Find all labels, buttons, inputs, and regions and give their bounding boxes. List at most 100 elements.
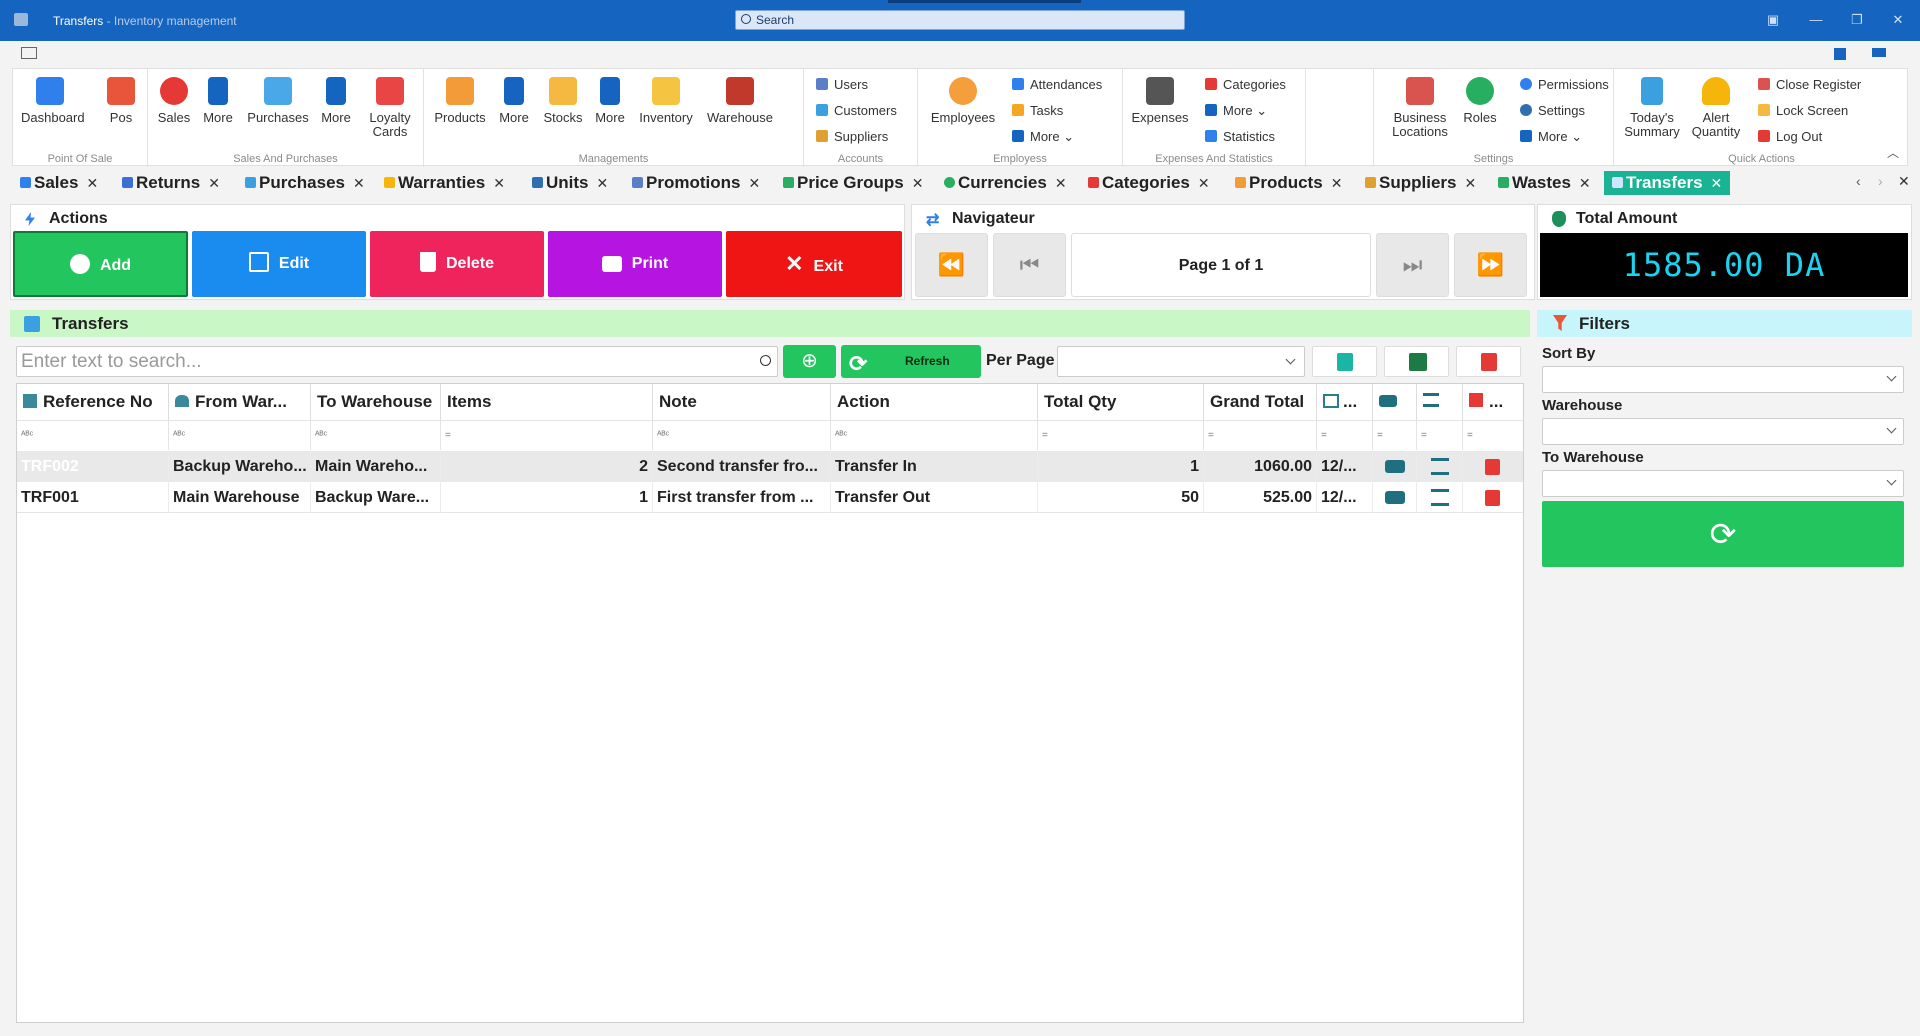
filter-cell[interactable]: ᴬᴮᶜ [831,420,1038,450]
more-purchases-button[interactable]: More [316,77,356,125]
tab-close-icon[interactable]: ✕ [1055,175,1067,191]
col-delete[interactable]: ... [1463,384,1523,420]
filter-cell[interactable]: = [1038,420,1204,450]
export-csv-button[interactable] [1312,346,1377,377]
filter-cell[interactable]: = [1373,420,1417,450]
add-row-button[interactable]: ⊕ [783,345,836,378]
filter-cell[interactable]: ᴬᴮᶜ [311,420,441,450]
tab-close-icon[interactable]: ✕ [1464,175,1476,191]
more-stocks-button[interactable]: More [590,77,630,125]
add-button[interactable]: Add [13,231,188,297]
suppliers-button[interactable]: Suppliers [816,129,888,144]
export-excel-button[interactable] [1384,346,1449,377]
customers-button[interactable]: Customers [816,103,897,118]
employees-button[interactable]: Employees [926,77,1000,125]
col-reference-no[interactable]: Reference No [17,384,169,420]
apply-filters-button[interactable]: ⟳ [1542,501,1904,567]
more-employees-button[interactable]: More ⌄ [1012,129,1074,145]
more-products-button[interactable]: More [494,77,534,125]
per-page-select[interactable] [1057,346,1305,377]
tab-close-icon[interactable]: ✕ [748,175,760,191]
tasks-button[interactable]: Tasks [1012,103,1063,118]
filter-cell[interactable]: = [1463,420,1523,450]
refresh-button[interactable]: ⟳ Refresh [841,345,981,378]
tabs-scroll-left-icon[interactable]: ‹ [1856,173,1861,189]
tab-units[interactable]: Units ✕ [532,171,608,195]
row-edit-button[interactable] [1417,482,1463,513]
minimize-icon[interactable]: — [1806,12,1826,27]
sort-by-select[interactable] [1542,366,1904,393]
inventory-button[interactable]: Inventory [634,77,698,125]
filter-cell[interactable]: ᴬᴮᶜ [17,420,169,450]
filter-cell[interactable]: = [1204,420,1317,450]
tab-close-icon[interactable]: ✕ [1579,175,1591,191]
menu-icon[interactable] [21,47,37,59]
tab-close-icon[interactable]: ✕ [353,175,365,191]
expenses-button[interactable]: Expenses [1129,77,1191,125]
tab-suppliers[interactable]: Suppliers ✕ [1365,171,1476,195]
sales-button[interactable]: Sales [154,77,194,125]
col-date[interactable]: ... [1317,384,1373,420]
filter-cell[interactable]: = [441,420,653,450]
purchases-button[interactable]: Purchases [243,77,313,125]
col-total-qty[interactable]: Total Qty [1038,384,1204,420]
business-locations-button[interactable]: Business Locations [1384,77,1456,139]
tab-close-icon[interactable]: ✕ [1711,175,1723,191]
row-delete-button[interactable] [1463,482,1523,513]
table-row[interactable]: TRF001 Main Warehouse Backup Ware... 1 F… [17,482,1523,513]
col-to-warehouse[interactable]: To Warehouse [311,384,441,420]
statistics-button[interactable]: Statistics [1205,129,1275,144]
tab-warranties[interactable]: Warranties ✕ [384,171,505,195]
print-button[interactable]: Print [548,231,722,297]
categories-button[interactable]: Categories [1205,77,1286,92]
tab-currencies[interactable]: Currencies ✕ [944,171,1067,195]
to-warehouse-select[interactable] [1542,470,1904,497]
log-out-button[interactable]: Log Out [1758,129,1822,144]
exit-button[interactable]: ✕ Exit [726,231,902,297]
tab-close-icon[interactable]: ✕ [912,175,924,191]
col-grand-total[interactable]: Grand Total [1204,384,1317,420]
tab-price-groups[interactable]: Price Groups ✕ [783,171,924,195]
row-delete-button[interactable] [1463,451,1523,482]
col-items[interactable]: Items [441,384,653,420]
attendances-button[interactable]: Attendances [1012,77,1102,92]
close-register-button[interactable]: Close Register [1758,77,1861,92]
stocks-button[interactable]: Stocks [540,77,586,125]
products-button[interactable]: Products [430,77,490,125]
close-icon[interactable]: ✕ [1888,12,1908,28]
edit-button[interactable]: Edit [192,231,366,297]
users-button[interactable]: Users [816,77,868,92]
tabs-scroll-right-icon[interactable]: › [1878,173,1883,189]
tab-close-icon[interactable]: ✕ [493,175,505,191]
tab-sales[interactable]: Sales ✕ [20,171,98,195]
tab-close-icon[interactable]: ✕ [597,175,609,191]
lock-screen-button[interactable]: Lock Screen [1758,103,1848,118]
col-action[interactable]: Action [831,384,1038,420]
permissions-button[interactable]: Permissions [1520,77,1609,92]
col-print[interactable] [1373,384,1417,420]
export-pdf-button[interactable] [1456,346,1521,377]
nav-first-button[interactable]: ⏪ [915,233,988,297]
row-edit-button[interactable] [1417,451,1463,482]
tab-close-icon[interactable]: ✕ [86,175,98,191]
row-print-button[interactable] [1373,451,1417,482]
tab-close-icon[interactable]: ✕ [1198,175,1210,191]
loyalty-cards-button[interactable]: Loyalty Cards [364,77,416,139]
tab-products[interactable]: Products ✕ [1235,171,1342,195]
pos-button[interactable]: Pos [101,77,141,125]
more-settings-button[interactable]: More ⌄ [1520,129,1582,145]
tabs-close-all-icon[interactable]: ✕ [1898,173,1910,190]
tab-close-icon[interactable]: ✕ [208,175,220,191]
filter-cell[interactable]: ᴬᴮᶜ [653,420,831,450]
nav-prev-button[interactable]: ⏮ [993,233,1066,297]
tab-promotions[interactable]: Promotions ✕ [632,171,760,195]
tab-wastes[interactable]: Wastes ✕ [1498,171,1591,195]
dashboard-button[interactable]: Dashboard [21,77,85,125]
theme-icon[interactable] [1872,48,1886,57]
restore-layout-icon[interactable]: ▣ [1763,12,1783,28]
warehouse-select[interactable] [1542,418,1904,445]
col-edit[interactable] [1417,384,1463,420]
grid-search-input[interactable]: Enter text to search... [16,346,778,377]
delete-button[interactable]: Delete [370,231,544,297]
warehouse-button[interactable]: Warehouse [702,77,778,125]
